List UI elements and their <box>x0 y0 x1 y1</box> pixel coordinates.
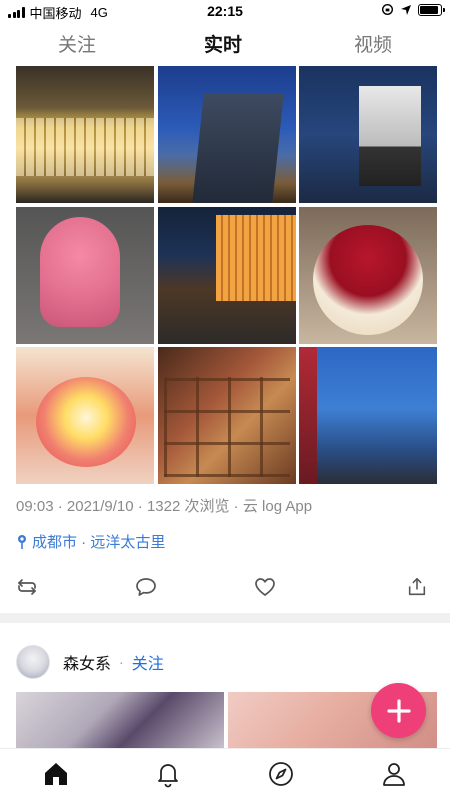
meta-separator: · <box>133 498 147 515</box>
photo-ifs-building-dusk[interactable] <box>157 66 296 203</box>
photo-fruit-shaved-ice[interactable] <box>16 347 154 484</box>
photo-nail-art-dark[interactable] <box>16 692 224 748</box>
location-arrow-icon <box>401 4 411 15</box>
bell-icon <box>158 764 178 788</box>
comment-button[interactable] <box>133 574 159 600</box>
avatar[interactable] <box>16 645 50 679</box>
comment-icon <box>136 578 156 596</box>
status-bar: 中国移动 4G 22:15 <box>0 0 450 22</box>
post-photo-grid <box>16 66 437 486</box>
follow-button[interactable]: 关注 <box>132 650 164 674</box>
heart-icon <box>255 578 275 596</box>
nav-home[interactable] <box>41 759 71 789</box>
profile-icon <box>383 763 405 786</box>
meta-separator: · <box>229 498 243 515</box>
share-button[interactable] <box>404 574 430 600</box>
nav-profile[interactable] <box>379 759 409 789</box>
nav-discover[interactable] <box>266 759 296 789</box>
header-separator: · <box>119 654 124 670</box>
photo-hotpot-platter[interactable] <box>157 347 296 484</box>
plus-icon <box>386 698 411 723</box>
location-pin-icon <box>18 534 26 549</box>
location-label: 成都市 · 远洋太古里 <box>32 534 166 551</box>
photo-ifs-building-night[interactable] <box>299 66 437 203</box>
tab-video[interactable]: 视频 <box>354 30 392 57</box>
photo-shopping-mall-facade[interactable] <box>16 66 154 203</box>
tab-live[interactable]: 实时 <box>204 30 242 57</box>
home-icon <box>45 763 67 785</box>
post-username[interactable]: 森女系 <box>63 650 111 674</box>
post-views: 1322 次浏览 <box>146 498 230 515</box>
tab-follow[interactable]: 关注 <box>58 30 96 57</box>
status-right <box>381 3 445 16</box>
post-date: 2021/9/10 <box>66 498 134 515</box>
post-source[interactable]: 云 log App <box>243 498 312 515</box>
post-meta: 09:03 · 2021/9/10 · 1322 次浏览 · 云 log App <box>16 495 312 516</box>
photo-pink-figure-statue[interactable] <box>16 206 154 344</box>
share-icon <box>408 577 426 596</box>
photo-prada-storefront-night[interactable] <box>157 206 296 344</box>
post-divider <box>0 613 450 623</box>
bottom-nav-bar <box>0 748 450 800</box>
create-post-button[interactable] <box>371 683 426 738</box>
like-button[interactable] <box>252 574 278 600</box>
post-header: 森女系 · 关注 <box>16 640 164 684</box>
photo-cherry-dessert-cup[interactable] <box>299 206 437 344</box>
repost-icon <box>18 579 36 595</box>
rotation-lock-icon <box>381 3 394 16</box>
meta-separator: · <box>53 498 67 515</box>
compass-icon <box>269 762 293 786</box>
photo-city-skyline-terrace[interactable] <box>299 347 437 484</box>
top-tab-bar: 关注 实时 视频 <box>0 26 450 60</box>
nav-notifications[interactable] <box>153 759 183 789</box>
post-action-bar <box>0 570 450 602</box>
repost-button[interactable] <box>14 574 40 600</box>
post-time: 09:03 <box>16 498 54 515</box>
battery-icon <box>418 3 445 16</box>
post-location[interactable]: 成都市 · 远洋太古里 <box>16 531 165 552</box>
